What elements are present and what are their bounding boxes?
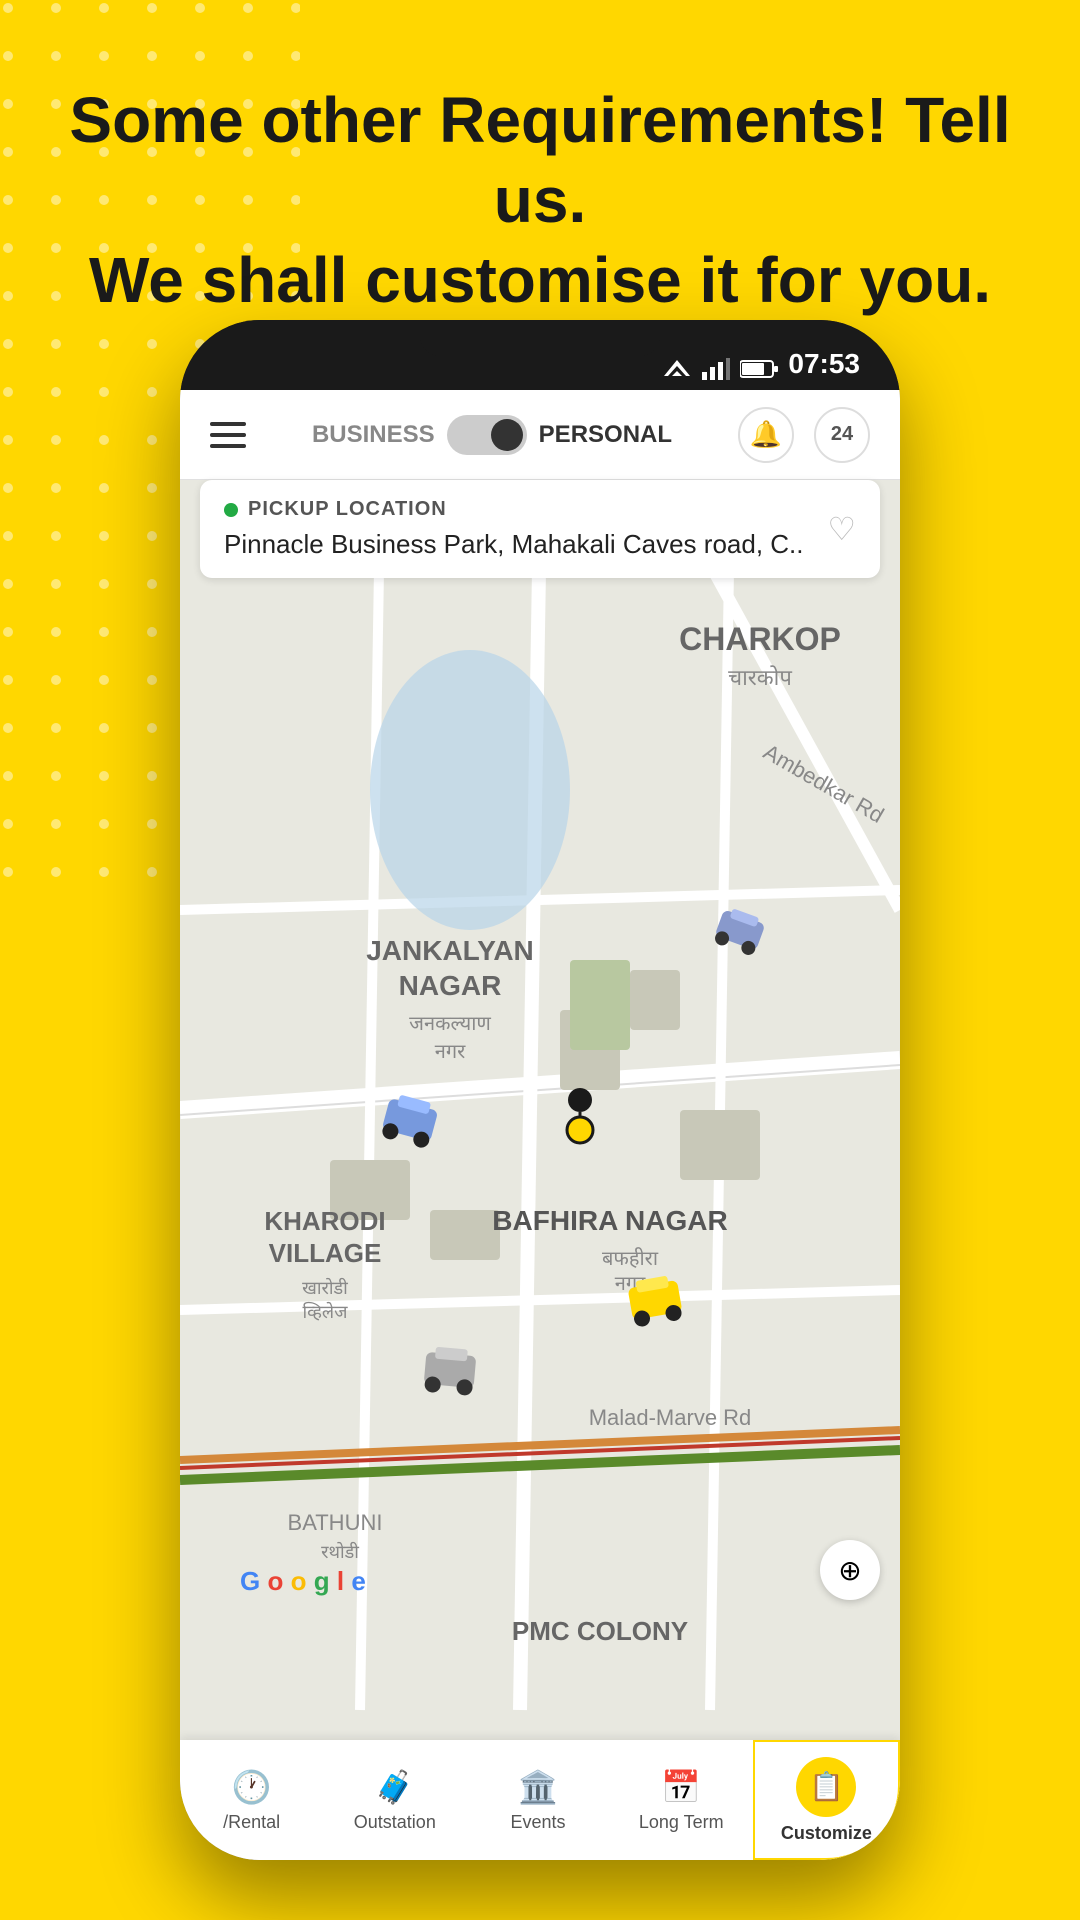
longterm-icon: 📅 [661,1768,701,1806]
svg-text:NAGAR: NAGAR [399,970,502,1001]
longterm-label: Long Term [639,1812,724,1833]
top-icons: 🔔 24 [738,407,870,463]
nav-item-events[interactable]: 🏛️ Events [466,1740,609,1860]
svg-text:BAFHIRA NAGAR: BAFHIRA NAGAR [492,1205,727,1236]
toggle-area: BUSINESS PERSONAL [312,415,672,455]
pickup-label-row: PICKUP LOCATION [224,498,827,521]
customize-icon-wrap: 📋 [796,1757,856,1817]
svg-text:CHARKOP: CHARKOP [679,621,841,657]
hamburger-button[interactable] [210,422,246,448]
hero-title: Some other Requirements! Tell us. We sha… [60,80,1020,320]
nav-item-rental[interactable]: 🕐 /Rental [180,1740,323,1860]
rental-icon: 🕐 [232,1768,272,1806]
business-personal-toggle[interactable] [447,415,527,455]
favorite-button[interactable]: ♡ [827,510,856,548]
nav-item-outstation[interactable]: 🧳 Outstation [323,1740,466,1860]
svg-text:चारकोप: चारकोप [728,665,792,690]
svg-text:KHARODI: KHARODI [264,1206,385,1236]
customize-icon: 📋 [809,1770,844,1803]
svg-text:JANKALYAN: JANKALYAN [366,935,534,966]
outstation-icon: 🧳 [375,1768,415,1806]
phone-mockup: 07:53 BUSINESS PERSONAL [180,320,900,1860]
personal-label: PERSONAL [539,421,672,449]
pickup-address: Pinnacle Business Park, Mahakali Caves r… [224,529,827,560]
status-icons [662,358,778,380]
support-icon: 24 [831,423,853,446]
top-bar: BUSINESS PERSONAL 🔔 24 [180,390,900,480]
outstation-label: Outstation [354,1812,436,1833]
map-svg: CHARKOP चारकोप Ambedkar Rd JANKALYAN NAG… [180,480,900,1740]
hero-section: Some other Requirements! Tell us. We sha… [60,80,1020,320]
signal-icon [702,358,730,380]
svg-text:G o o: G o o g l e [240,1566,366,1596]
pickup-bar[interactable]: PICKUP LOCATION Pinnacle Business Park, … [200,480,880,578]
svg-text:PMC COLONY: PMC COLONY [512,1616,688,1646]
events-label: Events [510,1812,565,1833]
green-dot-icon [224,503,238,517]
nav-item-customize[interactable]: 📋 Customize [753,1740,900,1860]
hero-line2: We shall customise it for you. [89,244,991,316]
svg-text:रथोडी: रथोडी [321,1541,359,1562]
notification-button[interactable]: 🔔 [738,407,794,463]
events-icon: 🏛️ [518,1768,558,1806]
compass-icon: ⊕ [838,1554,861,1587]
bell-icon: 🔔 [750,419,782,450]
wifi-icon [662,358,692,380]
status-time: 07:53 [788,348,860,380]
phone-frame: 07:53 BUSINESS PERSONAL [180,320,900,1860]
svg-text:बफहीरा: बफहीरा [602,1247,659,1270]
svg-text:नगर: नगर [435,1041,466,1063]
business-label: BUSINESS [312,421,435,449]
customize-label: Customize [781,1823,872,1844]
svg-text:Malad-Marve Rd: Malad-Marve Rd [589,1405,752,1430]
battery-icon [740,359,778,379]
pickup-info: PICKUP LOCATION Pinnacle Business Park, … [224,498,827,560]
support-button[interactable]: 24 [814,407,870,463]
svg-text:VILLAGE: VILLAGE [269,1238,382,1268]
svg-text:खारोडी: खारोडी [302,1277,348,1298]
hero-line1: Some other Requirements! Tell us. [69,84,1010,236]
bottom-nav: 🕐 /Rental 🧳 Outstation 🏛️ Events 📅 Long … [180,1740,900,1860]
svg-text:BATHUNI: BATHUNI [288,1510,383,1535]
phone-notch [420,320,660,356]
map-area[interactable]: CHARKOP चारकोप Ambedkar Rd JANKALYAN NAG… [180,480,900,1740]
nav-item-longterm[interactable]: 📅 Long Term [610,1740,753,1860]
compass-button[interactable]: ⊕ [820,1540,880,1600]
rental-label: /Rental [223,1812,280,1833]
svg-text:जनकल्याण: जनकल्याण [409,1013,491,1035]
svg-text:व्हिलेज: व्हिलेज [303,1301,349,1322]
pickup-label: PICKUP LOCATION [248,498,447,521]
app-screen: BUSINESS PERSONAL 🔔 24 [180,390,900,1860]
toggle-knob [491,419,523,451]
